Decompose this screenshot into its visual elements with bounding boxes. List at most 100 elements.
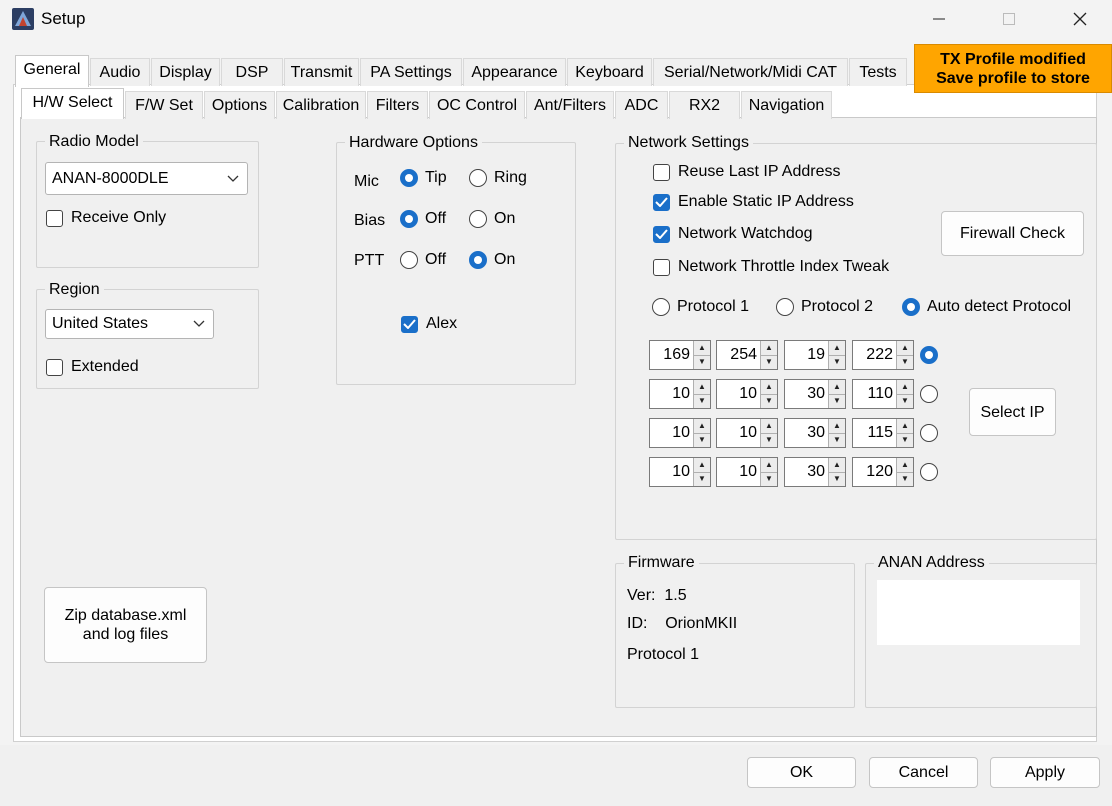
ptt-on-radio[interactable]: On	[469, 251, 515, 269]
ok-button[interactable]: OK	[747, 757, 856, 788]
ptt-off-radio[interactable]: Off	[400, 251, 446, 269]
spinner-arrows[interactable]: ▲ ▼	[693, 341, 710, 369]
auto-protocol-radio[interactable]: Auto detect Protocol	[902, 298, 1071, 316]
tab-filters[interactable]: Filters	[367, 91, 428, 119]
ip-row-select-radio[interactable]	[920, 385, 939, 404]
spinner-arrows[interactable]: ▲ ▼	[828, 341, 845, 369]
spin-down-icon[interactable]: ▼	[694, 432, 710, 447]
ip-octet-spinner[interactable]: 222 ▲ ▼	[852, 340, 914, 370]
select-ip-button[interactable]: Select IP	[969, 388, 1056, 436]
ip-octet-spinner[interactable]: 120 ▲ ▼	[852, 457, 914, 487]
spin-up-icon[interactable]: ▲	[761, 380, 777, 394]
tab-ant-filters[interactable]: Ant/Filters	[526, 91, 614, 119]
receive-only-checkbox[interactable]: Receive Only	[46, 209, 166, 227]
spinner-arrows[interactable]: ▲ ▼	[693, 380, 710, 408]
tab-serial-network-midi-cat[interactable]: Serial/Network/Midi CAT	[653, 58, 848, 86]
tab-dsp[interactable]: DSP	[221, 58, 283, 86]
spin-up-icon[interactable]: ▲	[694, 380, 710, 394]
ip-row-select-radio[interactable]	[920, 346, 939, 365]
tab-navigation[interactable]: Navigation	[741, 91, 832, 119]
spin-up-icon[interactable]: ▲	[694, 419, 710, 433]
ip-row-select-radio[interactable]	[920, 424, 939, 443]
ip-octet-spinner[interactable]: 254 ▲ ▼	[716, 340, 778, 370]
ip-row-select-radio[interactable]	[920, 463, 939, 482]
spin-down-icon[interactable]: ▼	[694, 354, 710, 369]
region-select[interactable]: United States	[45, 309, 214, 339]
tab-hw-select[interactable]: H/W Select	[21, 88, 124, 119]
spinner-arrows[interactable]: ▲ ▼	[760, 341, 777, 369]
watchdog-checkbox[interactable]: Network Watchdog	[653, 225, 813, 243]
spin-up-icon[interactable]: ▲	[897, 380, 913, 394]
static-ip-checkbox[interactable]: Enable Static IP Address	[653, 193, 854, 211]
ip-octet-spinner[interactable]: 30 ▲ ▼	[784, 457, 846, 487]
protocol-1-radio[interactable]: Protocol 1	[652, 298, 749, 316]
radio-model-select[interactable]: ANAN-8000DLE	[45, 162, 248, 195]
ip-octet-spinner[interactable]: 10 ▲ ▼	[649, 418, 711, 448]
spinner-arrows[interactable]: ▲ ▼	[896, 458, 913, 486]
spin-up-icon[interactable]: ▲	[829, 458, 845, 472]
throttle-checkbox[interactable]: Network Throttle Index Tweak	[653, 258, 889, 276]
spin-up-icon[interactable]: ▲	[829, 419, 845, 433]
tab-pa-settings[interactable]: PA Settings	[360, 58, 462, 86]
apply-button[interactable]: Apply	[990, 757, 1100, 788]
spin-down-icon[interactable]: ▼	[897, 432, 913, 447]
tab-general[interactable]: General	[15, 55, 89, 87]
spinner-arrows[interactable]: ▲ ▼	[896, 419, 913, 447]
protocol-2-radio[interactable]: Protocol 2	[776, 298, 873, 316]
tab-options[interactable]: Options	[204, 91, 275, 119]
ip-octet-spinner[interactable]: 10 ▲ ▼	[716, 418, 778, 448]
spinner-arrows[interactable]: ▲ ▼	[760, 458, 777, 486]
ip-octet-spinner[interactable]: 10 ▲ ▼	[649, 457, 711, 487]
spinner-arrows[interactable]: ▲ ▼	[693, 419, 710, 447]
spin-down-icon[interactable]: ▼	[897, 354, 913, 369]
minimize-button[interactable]	[916, 0, 962, 38]
spinner-arrows[interactable]: ▲ ▼	[896, 341, 913, 369]
mic-tip-radio[interactable]: Tip	[400, 169, 447, 187]
spin-up-icon[interactable]: ▲	[897, 458, 913, 472]
spinner-arrows[interactable]: ▲ ▼	[896, 380, 913, 408]
spin-up-icon[interactable]: ▲	[761, 458, 777, 472]
tab-transmit[interactable]: Transmit	[284, 58, 359, 86]
tab-audio[interactable]: Audio	[90, 58, 150, 86]
spinner-arrows[interactable]: ▲ ▼	[760, 419, 777, 447]
ip-octet-spinner[interactable]: 19 ▲ ▼	[784, 340, 846, 370]
ip-octet-spinner[interactable]: 10 ▲ ▼	[716, 457, 778, 487]
spin-up-icon[interactable]: ▲	[761, 341, 777, 355]
ip-octet-spinner[interactable]: 110 ▲ ▼	[852, 379, 914, 409]
spin-up-icon[interactable]: ▲	[694, 458, 710, 472]
ip-octet-spinner[interactable]: 169 ▲ ▼	[649, 340, 711, 370]
zip-logs-button[interactable]: Zip database.xml and log files	[44, 587, 207, 663]
spin-down-icon[interactable]: ▼	[761, 432, 777, 447]
spin-up-icon[interactable]: ▲	[761, 419, 777, 433]
spin-down-icon[interactable]: ▼	[694, 393, 710, 408]
spinner-arrows[interactable]: ▲ ▼	[828, 419, 845, 447]
spin-down-icon[interactable]: ▼	[761, 354, 777, 369]
ip-octet-spinner[interactable]: 30 ▲ ▼	[784, 379, 846, 409]
extended-checkbox[interactable]: Extended	[46, 358, 139, 376]
mic-ring-radio[interactable]: Ring	[469, 169, 527, 187]
close-button[interactable]	[1057, 0, 1103, 38]
ip-octet-spinner[interactable]: 10 ▲ ▼	[649, 379, 711, 409]
spin-up-icon[interactable]: ▲	[897, 341, 913, 355]
tab-calibration[interactable]: Calibration	[276, 91, 366, 119]
ip-octet-spinner[interactable]: 115 ▲ ▼	[852, 418, 914, 448]
spin-down-icon[interactable]: ▼	[829, 393, 845, 408]
maximize-button[interactable]	[986, 0, 1032, 38]
spin-down-icon[interactable]: ▼	[829, 471, 845, 486]
tab-keyboard[interactable]: Keyboard	[567, 58, 652, 86]
spin-down-icon[interactable]: ▼	[897, 471, 913, 486]
cancel-button[interactable]: Cancel	[869, 757, 978, 788]
tab-rx2[interactable]: RX2	[669, 91, 740, 119]
tab-oc-control[interactable]: OC Control	[429, 91, 525, 119]
tab-appearance[interactable]: Appearance	[463, 58, 566, 86]
spin-up-icon[interactable]: ▲	[829, 380, 845, 394]
tab-adc[interactable]: ADC	[615, 91, 668, 119]
ip-octet-spinner[interactable]: 30 ▲ ▼	[784, 418, 846, 448]
spin-down-icon[interactable]: ▼	[761, 393, 777, 408]
tab-display[interactable]: Display	[151, 58, 220, 86]
spin-down-icon[interactable]: ▼	[829, 354, 845, 369]
spinner-arrows[interactable]: ▲ ▼	[693, 458, 710, 486]
spin-up-icon[interactable]: ▲	[829, 341, 845, 355]
tab-fw-set[interactable]: F/W Set	[125, 91, 203, 119]
spin-up-icon[interactable]: ▲	[897, 419, 913, 433]
